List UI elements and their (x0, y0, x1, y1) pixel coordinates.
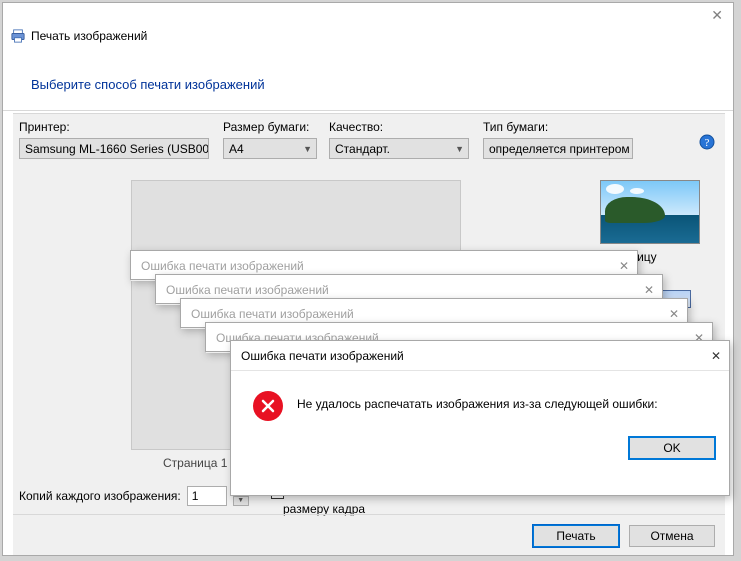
copies-input[interactable] (187, 486, 227, 506)
quality-value: Стандарт. (335, 142, 390, 156)
error-title: Ошибка печати изображений (191, 307, 354, 321)
help-icon[interactable]: ? (699, 134, 715, 150)
error-icon (253, 391, 283, 421)
printer-label: Принтер: (19, 120, 70, 134)
wizard-breadcrumb: Печать изображений (11, 29, 147, 43)
paper-size-value: A4 (229, 142, 244, 156)
page-indicator: Страница 1 (163, 456, 227, 470)
layout-thumb-image (600, 180, 700, 244)
close-icon: ✕ (619, 259, 629, 273)
paper-type-label: Тип бумаги: (483, 120, 548, 134)
error-dialog: Ошибка печати изображений ✕ Не удалось р… (230, 340, 730, 496)
dialog-buttons: Печать Отмена (533, 525, 715, 547)
error-title: Ошибка печати изображений (241, 349, 404, 363)
quality-label: Качество: (329, 120, 383, 134)
close-icon[interactable]: ✕ (711, 7, 723, 24)
outer-titlebar: ✕ (3, 3, 733, 27)
paper-type-select[interactable]: определяется принтером ▼ (483, 138, 633, 159)
close-icon: ✕ (669, 307, 679, 321)
cancel-button[interactable]: Отмена (629, 525, 715, 547)
paper-size-label: Размер бумаги: (223, 120, 309, 134)
print-button[interactable]: Печать (533, 525, 619, 547)
quality-select[interactable]: Стандарт. ▼ (329, 138, 469, 159)
svg-text:?: ? (705, 137, 710, 149)
separator (13, 514, 725, 515)
spinner-down-icon[interactable]: ▼ (234, 497, 248, 506)
copies-row: Копий каждого изображения: ▲ ▼ (19, 486, 249, 506)
copies-label: Копий каждого изображения: (19, 489, 181, 503)
printer-select[interactable]: Samsung ML-1660 Series (USB001) ▼ (19, 138, 209, 159)
close-icon[interactable]: ✕ (711, 349, 721, 363)
chevron-down-icon: ▼ (303, 144, 312, 154)
ok-button[interactable]: OK (629, 437, 715, 459)
error-title: Ошибка печати изображений (166, 283, 329, 297)
print-options-row: Принтер: Samsung ML-1660 Series (USB001)… (13, 114, 725, 176)
paper-type-value: определяется принтером (489, 142, 630, 156)
subheader: Выберите способ печати изображений (3, 47, 733, 111)
error-title: Ошибка печати изображений (141, 259, 304, 273)
instruction-text: Выберите способ печати изображений (31, 77, 265, 92)
printer-icon (11, 29, 25, 43)
error-message: Не удалось распечатать изображения из-за… (297, 391, 658, 421)
chevron-down-icon: ▼ (455, 144, 464, 154)
wizard-title: Печать изображений (31, 29, 147, 43)
paper-size-select[interactable]: A4 ▼ (223, 138, 317, 159)
close-icon: ✕ (644, 283, 654, 297)
printer-value: Samsung ML-1660 Series (USB001) (25, 142, 209, 156)
